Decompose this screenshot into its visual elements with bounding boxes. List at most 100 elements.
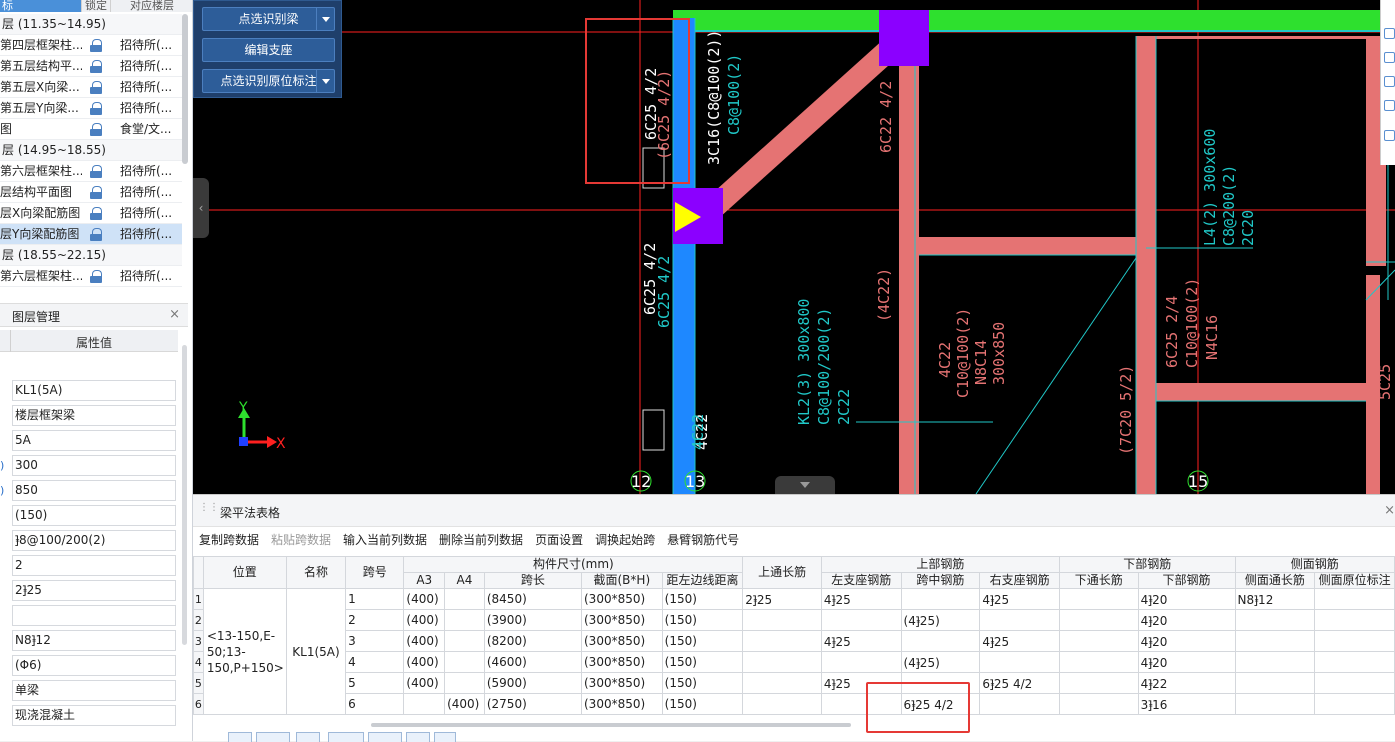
cell-a3[interactable]: (400) xyxy=(403,609,446,631)
property-value-field[interactable]: 现浇混凝土 xyxy=(12,705,176,726)
property-value-field[interactable]: 300 xyxy=(12,455,176,476)
cell-right[interactable]: 4⹘25 xyxy=(979,630,1060,652)
cell-side-through[interactable] xyxy=(1234,609,1316,631)
cell-a4[interactable] xyxy=(444,588,485,610)
table-row[interactable]: 4 4 (400) (4600) (300*850) (150) (4⹘25) 4⹘20 xyxy=(193,651,1395,673)
cell-side-through[interactable] xyxy=(1234,651,1316,673)
cell-bot[interactable]: 4⹘20 xyxy=(1137,651,1236,673)
cell-a4[interactable]: (400) xyxy=(444,693,485,715)
cell-len[interactable]: (8450) xyxy=(483,588,583,610)
chevron-down-icon[interactable] xyxy=(316,8,334,30)
cell-side-note[interactable] xyxy=(1314,609,1395,631)
table-row[interactable]: 6 6 (400) (2750) (300*850) (150) 6⹘25 4/2 3⹘16 xyxy=(193,693,1395,715)
cell-len[interactable]: (3900) xyxy=(483,609,583,631)
layer-panel-close-icon[interactable]: × xyxy=(169,307,180,322)
cell-bot[interactable]: 4⹘20 xyxy=(1137,630,1236,652)
cell-a3[interactable]: (400) xyxy=(403,651,446,673)
cell-a3[interactable]: (400) xyxy=(403,672,446,694)
cell-bot-through[interactable] xyxy=(1058,693,1139,715)
cell-name[interactable]: KL1(5A) xyxy=(285,588,347,715)
floor-item-row[interactable]: 图 食堂/文... xyxy=(0,119,182,140)
cell-mid[interactable] xyxy=(900,630,981,652)
property-value-field[interactable]: ⹘8@100/200(2) xyxy=(12,530,176,551)
cell-dist[interactable]: (150) xyxy=(661,609,744,631)
pick-recognize-inplace-button[interactable]: 点选识别原位标注 xyxy=(202,69,335,93)
cell-bot-through[interactable] xyxy=(1058,651,1139,673)
chevron-down-icon[interactable] xyxy=(316,70,334,92)
floor-header-owner[interactable]: 对应楼层 xyxy=(110,0,192,12)
property-value-field[interactable]: (Φ6) xyxy=(12,655,176,676)
cell-sec[interactable]: (300*850) xyxy=(581,693,663,715)
cell-span[interactable]: 6 xyxy=(345,693,405,715)
table-row[interactable]: 5 5 (400) (5900) (300*850) (150) 4⹘25 6⹘25 4/2 4… xyxy=(193,672,1395,694)
lock-icon[interactable] xyxy=(90,102,104,115)
floor-item-row[interactable]: 层X向梁配筋图 招待所(... xyxy=(0,203,182,224)
table-toolbar-button[interactable]: 粘贴跨数据 xyxy=(265,529,337,551)
floor-item-row[interactable]: 第四层框架柱... 招待所(... xyxy=(0,35,182,56)
cell-bot[interactable]: 4⹘20 xyxy=(1137,609,1236,631)
property-value-field[interactable]: 楼层框架梁 xyxy=(12,405,176,426)
drag-grip-icon[interactable]: ⋮⋮ xyxy=(199,503,219,517)
cell-dist[interactable]: (150) xyxy=(661,672,744,694)
layer-panel-tab[interactable]: 图层管理 × xyxy=(0,303,188,327)
floor-item-row[interactable]: 第五层X向梁... 招待所(... xyxy=(0,77,182,98)
property-value-field[interactable]: 850 xyxy=(12,480,176,501)
cell-right[interactable] xyxy=(979,693,1060,715)
cell-dist[interactable]: (150) xyxy=(661,630,744,652)
cell-right[interactable] xyxy=(979,651,1060,673)
cell-sec[interactable]: (300*850) xyxy=(581,588,663,610)
lock-icon[interactable] xyxy=(90,81,104,94)
cell-mid[interactable] xyxy=(900,588,981,610)
table-toolbar-button[interactable]: 删除当前列数据 xyxy=(433,529,529,551)
cell-mid[interactable]: (4⹘25) xyxy=(900,609,981,631)
lock-icon[interactable] xyxy=(90,165,104,178)
floor-header-name[interactable]: 标 xyxy=(0,0,81,12)
cell-len[interactable]: (4600) xyxy=(483,651,583,673)
cell-side-through[interactable] xyxy=(1234,693,1316,715)
cell-side-note[interactable] xyxy=(1314,693,1395,715)
floor-item-row[interactable]: 第五层Y向梁... 招待所(... xyxy=(0,98,182,119)
cell-span[interactable]: 3 xyxy=(345,630,405,652)
cad-viewport[interactable]: 6C25 4/2 (6C25 4/2) 3C16(C8@100(2)) C8@1… xyxy=(193,0,1395,494)
property-value-field[interactable]: 2 xyxy=(12,555,176,576)
table-row[interactable]: 1 <13-150,E-50;13-150,P+150> KL1(5A) 1 (400)… xyxy=(193,588,1395,715)
cell-top-through[interactable] xyxy=(742,651,822,673)
table-row[interactable]: 2 2 (400) (3900) (300*850) (150) (4⹘25) 4⹘20 xyxy=(193,609,1395,631)
table-row[interactable]: 3 3 (400) (8200) (300*850) (150) 4⹘25 4⹘25 4⹘20 xyxy=(193,630,1395,652)
cell-left[interactable] xyxy=(820,609,902,631)
lock-icon[interactable] xyxy=(90,228,104,241)
cell-a3[interactable]: (400) xyxy=(403,588,446,610)
lock-icon[interactable] xyxy=(90,186,104,199)
beam-table-close-icon[interactable]: × xyxy=(1384,503,1395,518)
lock-icon[interactable] xyxy=(90,39,104,52)
cell-len[interactable]: (8200) xyxy=(483,630,583,652)
table-toolbar-button[interactable]: 调换起始跨 xyxy=(589,529,661,551)
cell-left[interactable] xyxy=(820,651,902,673)
property-value-field[interactable]: KL1(5A) xyxy=(12,380,176,401)
property-value-field[interactable]: 5A xyxy=(12,430,176,451)
floor-item-row[interactable]: 层Y向梁配筋图 招待所(... xyxy=(0,224,182,245)
cell-dist[interactable]: (150) xyxy=(661,651,744,673)
lock-icon[interactable] xyxy=(90,123,104,136)
view-tool-icon[interactable] xyxy=(1384,100,1395,111)
property-value-field[interactable]: 2⹘25 xyxy=(12,580,176,601)
cell-dist[interactable]: (150) xyxy=(661,588,744,610)
cell-a4[interactable] xyxy=(444,609,485,631)
cell-bot[interactable]: 3⹘16 xyxy=(1137,693,1236,715)
cell-span[interactable]: 4 xyxy=(345,651,405,673)
cell-right[interactable] xyxy=(979,609,1060,631)
property-value-field[interactable] xyxy=(12,605,176,626)
lock-icon[interactable] xyxy=(90,270,104,283)
cell-sec[interactable]: (300*850) xyxy=(581,630,663,652)
property-scrollbar[interactable] xyxy=(182,345,187,645)
cell-span[interactable]: 2 xyxy=(345,609,405,631)
property-value-field[interactable]: 单梁 xyxy=(12,680,176,701)
floor-item-row[interactable]: 层结构平面图 招待所(... xyxy=(0,182,182,203)
cell-bot-through[interactable] xyxy=(1058,630,1139,652)
cell-bot-through[interactable] xyxy=(1058,609,1139,631)
cell-left[interactable]: 4⹘25 xyxy=(820,588,902,610)
cell-bot[interactable]: 4⹘20 xyxy=(1137,588,1236,610)
cell-right[interactable]: 4⹘25 xyxy=(979,588,1060,610)
cell-right[interactable]: 6⹘25 4/2 xyxy=(979,672,1060,694)
cell-len[interactable]: (2750) xyxy=(483,693,583,715)
